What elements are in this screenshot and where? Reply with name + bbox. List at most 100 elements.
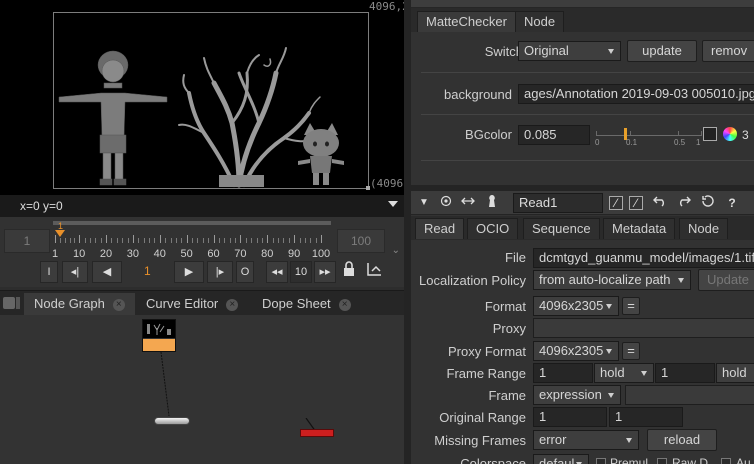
- info-bar-dropdown-arrow-icon[interactable]: [388, 201, 398, 207]
- frame-mode-dropdown[interactable]: expression: [533, 385, 621, 405]
- raw-data-checkbox[interactable]: [657, 458, 667, 464]
- frame-expression-field[interactable]: [625, 385, 754, 405]
- timeline-track[interactable]: [53, 221, 331, 225]
- tab-metadata[interactable]: Metadata: [603, 218, 676, 239]
- help-icon[interactable]: ?: [723, 194, 741, 212]
- tab-read[interactable]: Read: [415, 218, 465, 239]
- timeline-expand-icon[interactable]: ⌄: [392, 245, 400, 256]
- lock-icon[interactable]: [340, 261, 358, 283]
- proxy-format-dropdown[interactable]: 4096x2305: [533, 341, 619, 361]
- switch-label: Switch: [484, 44, 523, 59]
- frame-range-end-mode-dropdown[interactable]: hold: [716, 363, 754, 383]
- proxy-label: Proxy: [492, 321, 526, 336]
- close-icon[interactable]: ×: [112, 299, 125, 311]
- timeline-out-point[interactable]: 100: [337, 229, 385, 253]
- tile-color-swatch-icon[interactable]: ⁄: [629, 196, 643, 210]
- tab-node[interactable]: Node: [515, 11, 565, 32]
- viewer-node[interactable]: [154, 417, 190, 425]
- colorspace-dropdown[interactable]: defaul: [533, 454, 589, 464]
- wrench-icon[interactable]: [483, 194, 501, 212]
- frame-increment-field[interactable]: 10: [290, 261, 312, 283]
- format-dropdown[interactable]: 4096x2305: [533, 296, 619, 316]
- background-label: background: [444, 87, 512, 102]
- frame-range-end-field[interactable]: 1: [655, 363, 715, 383]
- timeline-minor-tick: [154, 238, 156, 243]
- tab-node-graph[interactable]: Node Graph ×: [24, 293, 135, 316]
- color-swatch[interactable]: [703, 127, 717, 141]
- playback-range-icon[interactable]: [364, 261, 384, 283]
- node-graph-tab-bar: Node Graph × Curve Editor × Dope Sheet ×: [0, 290, 404, 316]
- bgcolor-value-field[interactable]: 0.085: [518, 125, 590, 145]
- auto-alpha-checkbox[interactable]: [721, 458, 731, 464]
- undo-icon[interactable]: [651, 194, 669, 212]
- play-backward-button[interactable]: ◀: [92, 261, 122, 283]
- timeline-in-point[interactable]: 1: [4, 229, 50, 253]
- reload-button[interactable]: reload: [647, 429, 717, 451]
- missing-frames-dropdown[interactable]: error: [533, 430, 639, 450]
- float-panel-icon[interactable]: [459, 194, 477, 212]
- node-graph-canvas[interactable]: [0, 315, 404, 464]
- panel-grip-icon[interactable]: [16, 297, 20, 309]
- node-indicator-icon[interactable]: [437, 194, 455, 212]
- matte-checker-node[interactable]: [300, 429, 334, 437]
- color-wheel-icon[interactable]: [723, 127, 737, 141]
- premultiplied-checkbox[interactable]: [596, 458, 606, 464]
- bgcolor-slider[interactable]: 0 0.1 0.5 1: [595, 126, 702, 148]
- tab-dope-sheet[interactable]: Dope Sheet ×: [252, 293, 361, 316]
- redo-icon[interactable]: [675, 194, 693, 212]
- timeline-minor-tick: [59, 238, 61, 243]
- timeline-tick: [240, 235, 242, 243]
- panel-splitter[interactable]: [404, 0, 411, 464]
- timeline-minor-tick: [89, 238, 91, 243]
- background-path-field[interactable]: ages/Annotation 2019-09-03 005010.jpg: [518, 84, 754, 104]
- node-name-field[interactable]: Read1: [513, 193, 603, 213]
- set-in-point-button[interactable]: I: [40, 261, 58, 283]
- update-button[interactable]: update: [627, 40, 697, 62]
- format-edit-button[interactable]: =: [622, 297, 640, 315]
- tab-node[interactable]: Node: [679, 218, 729, 239]
- read-node[interactable]: [142, 319, 176, 352]
- file-path-field[interactable]: dcmtgyd_guanmu_model/images/1.tif: [533, 248, 754, 268]
- proxy-format-edit-button[interactable]: =: [622, 342, 640, 360]
- node-color-swatch-icon[interactable]: ⁄: [609, 196, 623, 210]
- current-frame-field[interactable]: 1: [144, 264, 151, 278]
- file-label: File: [505, 250, 526, 265]
- switch-dropdown[interactable]: Original: [518, 41, 621, 61]
- tab-mattechecker[interactable]: MatteChecker: [417, 11, 516, 32]
- slider-tick: [630, 131, 631, 135]
- viewer[interactable]: 4096,2 (4096,: [0, 0, 410, 195]
- close-icon[interactable]: ×: [338, 299, 351, 311]
- collapse-arrow-icon[interactable]: ▼: [415, 194, 433, 212]
- playhead-marker[interactable]: [55, 230, 65, 237]
- tab-sequence[interactable]: Sequence: [523, 218, 600, 239]
- play-forward-button[interactable]: ▶: [174, 261, 204, 283]
- original-range-start-field[interactable]: 1: [533, 407, 607, 427]
- step-forward-increment-button[interactable]: ▸▸: [314, 261, 336, 283]
- timeline-minor-tick: [95, 238, 97, 243]
- timeline-minor-tick: [111, 238, 113, 243]
- proxy-path-field[interactable]: [533, 318, 754, 338]
- channel-count-button[interactable]: 3: [742, 128, 749, 142]
- set-out-point-button[interactable]: O: [236, 261, 254, 283]
- step-back-increment-button[interactable]: ◂◂: [266, 261, 288, 283]
- timeline-minor-tick: [127, 238, 129, 243]
- localization-policy-dropdown[interactable]: from auto-localize path: [533, 270, 691, 290]
- panel-menu-icon[interactable]: [3, 297, 15, 309]
- timeline-ruler[interactable]: 1 1 10 20 30 40 50 60 70 80 90 100: [52, 221, 331, 260]
- frame-range-start-field[interactable]: 1: [533, 363, 593, 383]
- remove-button[interactable]: remov: [702, 40, 754, 62]
- slider-tick: [701, 131, 702, 135]
- tab-curve-editor[interactable]: Curve Editor ×: [136, 293, 248, 316]
- next-keyframe-button[interactable]: |▸: [207, 261, 233, 283]
- previous-keyframe-button[interactable]: ◂|: [62, 261, 88, 283]
- frame-range-start-mode-dropdown[interactable]: hold: [594, 363, 654, 383]
- timeline-minor-tick: [100, 238, 102, 243]
- revert-icon[interactable]: [699, 194, 717, 212]
- update-localization-button[interactable]: Update: [698, 269, 754, 291]
- missing-frames-value: error: [539, 432, 567, 447]
- slider-handle[interactable]: [624, 128, 627, 140]
- close-icon[interactable]: ×: [226, 299, 239, 311]
- format-value: 4096x2305: [539, 298, 604, 313]
- original-range-end-field[interactable]: 1: [609, 407, 683, 427]
- tab-ocio[interactable]: OCIO: [467, 218, 519, 239]
